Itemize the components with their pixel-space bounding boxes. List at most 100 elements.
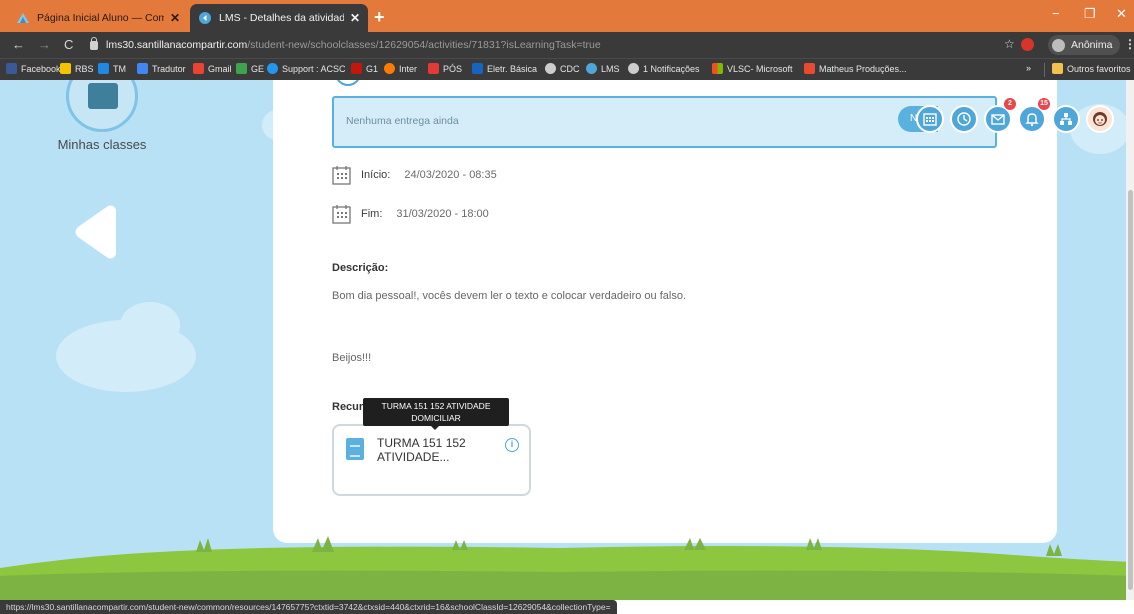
bookmark-matheus-producoes[interactable]: Matheus Produções... bbox=[804, 63, 907, 74]
grass-decoration bbox=[0, 536, 1134, 600]
folder-icon bbox=[1052, 63, 1063, 74]
cloud-decoration bbox=[120, 302, 180, 348]
bookmark-pos[interactable]: PÓS bbox=[428, 63, 462, 74]
close-tab-icon[interactable]: ✕ bbox=[350, 11, 360, 25]
globe-icon bbox=[545, 63, 556, 74]
reload-icon[interactable]: C bbox=[64, 37, 73, 52]
messages-badge: 2 bbox=[1004, 98, 1016, 110]
document-icon bbox=[346, 438, 364, 460]
bookmark-g1[interactable]: G1 bbox=[351, 63, 378, 74]
address-bar-row: ← → C lms30.santillanacompartir.com /stu… bbox=[0, 32, 1134, 58]
delivery-status-box: Nenhuma entrega ainda bbox=[332, 96, 997, 148]
org-button[interactable] bbox=[1052, 105, 1080, 133]
lock-icon bbox=[90, 36, 98, 50]
bookmark-cdc[interactable]: CDC bbox=[545, 63, 580, 74]
calendar-icon bbox=[332, 205, 351, 224]
browser-menu-icon[interactable]: ⋮ bbox=[1124, 37, 1134, 51]
bookmark-tm[interactable]: TM bbox=[98, 63, 126, 74]
minimize-icon[interactable]: − bbox=[1052, 6, 1060, 21]
bookmark-outros-favoritos[interactable]: Outros favoritos bbox=[1052, 63, 1131, 74]
url-host: lms30.santillanacompartir.com bbox=[106, 39, 248, 51]
support-icon bbox=[267, 63, 278, 74]
tab-title: Página Inicial Aluno — Compart bbox=[37, 12, 164, 24]
bookmark-facebook[interactable]: Facebook bbox=[6, 63, 61, 74]
close-window-icon[interactable]: ✕ bbox=[1116, 6, 1127, 22]
calendar-icon bbox=[332, 166, 351, 185]
link-status-bar: https://lms30.santillanacompartir.com/st… bbox=[0, 600, 617, 614]
my-classes-button[interactable] bbox=[66, 80, 138, 132]
translate-icon bbox=[137, 63, 148, 74]
bell-icon bbox=[1025, 113, 1039, 127]
calendar-button[interactable] bbox=[916, 105, 944, 133]
description-signoff: Beijos!!! bbox=[332, 352, 372, 364]
resource-card[interactable]: TURMA 151 152 ATIVIDADE... i bbox=[332, 424, 531, 496]
notifications-badge: 15 bbox=[1038, 98, 1050, 110]
incognito-icon bbox=[1052, 38, 1065, 52]
close-tab-icon[interactable]: ✕ bbox=[170, 11, 180, 25]
end-date-label: Fim: bbox=[361, 208, 383, 220]
avatar[interactable] bbox=[1086, 105, 1114, 133]
microsoft-icon bbox=[712, 63, 723, 74]
bookmark-lms[interactable]: LMS bbox=[586, 63, 620, 74]
clock-icon bbox=[957, 112, 971, 126]
school-icon bbox=[88, 83, 118, 109]
bookmark-rbs[interactable]: RBS bbox=[60, 63, 94, 74]
new-tab-button[interactable]: + bbox=[374, 7, 385, 28]
bookmarks-bar: Facebook RBS TM Tradutor Gmail GE Suppor… bbox=[0, 58, 1134, 80]
activity-status-icon bbox=[335, 80, 361, 86]
start-date-value: 24/03/2020 - 08:35 bbox=[404, 169, 497, 181]
activity-detail-card: Nenhuma entrega ainda Início: 24/03/2020… bbox=[273, 80, 1057, 543]
ge-icon bbox=[236, 63, 247, 74]
more-bookmarks-icon[interactable]: » bbox=[1026, 63, 1031, 73]
clock-button[interactable] bbox=[950, 105, 978, 133]
browser-tab-strip: Página Inicial Aluno — Compart ✕ LMS - D… bbox=[0, 0, 1134, 32]
bookmark-notificacoes[interactable]: 1 Notificações bbox=[628, 63, 700, 74]
globe-icon bbox=[628, 63, 639, 74]
resource-name[interactable]: TURMA 151 152 ATIVIDADE... bbox=[377, 436, 497, 464]
bookmark-tradutor[interactable]: Tradutor bbox=[137, 63, 186, 74]
tab-home-student[interactable]: Página Inicial Aluno — Compart ✕ bbox=[8, 4, 188, 32]
scrollbar-thumb[interactable] bbox=[1128, 190, 1133, 590]
url-field[interactable]: lms30.santillanacompartir.com /student-n… bbox=[90, 36, 1010, 54]
rbs-icon bbox=[60, 63, 71, 74]
lms-favicon-icon bbox=[199, 12, 211, 24]
delivery-status-text: Nenhuma entrega ainda bbox=[346, 115, 459, 127]
g1-icon bbox=[351, 63, 362, 74]
lms-icon bbox=[586, 63, 597, 74]
compartir-favicon-icon bbox=[17, 13, 29, 23]
forward-nav-icon: → bbox=[38, 37, 51, 52]
extension-icon[interactable] bbox=[1021, 38, 1034, 51]
start-date-row: Início: 24/03/2020 - 08:35 bbox=[332, 165, 497, 185]
resource-tooltip: TURMA 151 152 ATIVIDADE DOMICILIAR bbox=[363, 398, 509, 430]
description-text: Bom dia pessoal!, vocês devem ler o text… bbox=[332, 290, 687, 302]
back-nav-icon[interactable]: ← bbox=[12, 37, 25, 52]
bookmark-ge[interactable]: GE bbox=[236, 63, 264, 74]
tab-title: LMS - Detalhes da atividade bbox=[219, 12, 344, 24]
bookmark-star-icon[interactable]: ☆ bbox=[1004, 37, 1015, 51]
my-classes-label[interactable]: Minhas classes bbox=[52, 137, 152, 152]
maximize-icon[interactable]: ❐ bbox=[1084, 6, 1096, 22]
incognito-badge[interactable]: Anônima bbox=[1048, 35, 1121, 55]
bookmark-inter[interactable]: Inter bbox=[384, 63, 417, 74]
bookmark-support-acsc[interactable]: Support : ACSC bbox=[267, 63, 346, 74]
pos-icon bbox=[428, 63, 439, 74]
bookmark-eletr-basica[interactable]: Eletr. Básica bbox=[472, 63, 537, 74]
hierarchy-icon bbox=[1060, 113, 1072, 125]
inter-icon bbox=[384, 63, 395, 74]
bookmark-gmail[interactable]: Gmail bbox=[193, 63, 232, 74]
tab-lms-activity[interactable]: LMS - Detalhes da atividade ✕ bbox=[190, 4, 368, 32]
user-avatar-icon bbox=[1093, 112, 1107, 126]
matheus-icon bbox=[804, 63, 815, 74]
gmail-icon bbox=[193, 63, 204, 74]
incognito-label: Anônima bbox=[1071, 39, 1113, 51]
mail-icon bbox=[991, 114, 1005, 125]
facebook-icon bbox=[6, 63, 17, 74]
calendar-icon bbox=[923, 113, 937, 126]
back-arrow-icon[interactable] bbox=[68, 200, 132, 264]
info-icon[interactable]: i bbox=[505, 438, 519, 452]
bookmark-vlsc-microsoft[interactable]: VLSC- Microsoft bbox=[712, 63, 793, 74]
end-date-value: 31/03/2020 - 18:00 bbox=[396, 208, 489, 220]
start-date-label: Início: bbox=[361, 169, 391, 181]
bookmarks-divider bbox=[1044, 63, 1045, 77]
page-viewport: Minhas classes Nenhuma entrega ainda Iní… bbox=[0, 80, 1134, 600]
